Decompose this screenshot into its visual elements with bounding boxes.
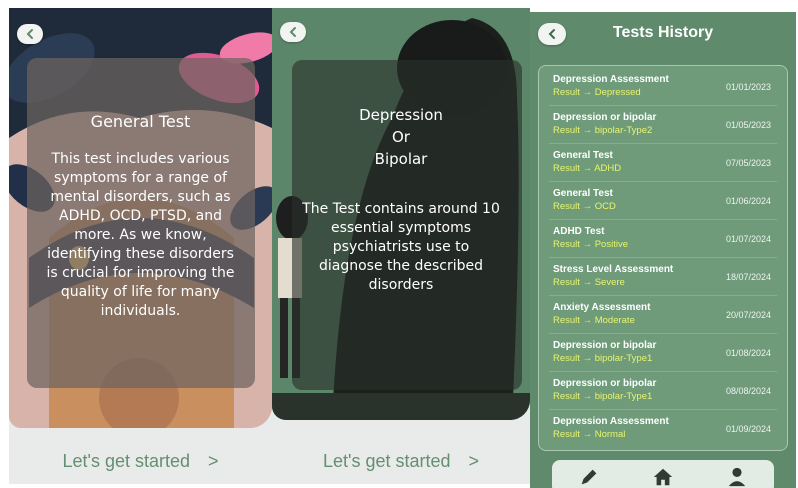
history-list: Depression Assessment Result → Depressed…: [538, 65, 788, 451]
test-name: Anxiety Assessment: [553, 302, 651, 313]
pencil-icon[interactable]: [578, 466, 600, 488]
title-line-3: Bipolar: [374, 150, 428, 168]
test-name: General Test: [553, 188, 613, 199]
history-item[interactable]: Depression or bipolar Result → bipolar-T…: [549, 106, 777, 144]
page-title: Tests History: [612, 24, 714, 41]
chevron-left-icon: [289, 27, 296, 37]
test-result: Result → bipolar-Type2: [553, 125, 653, 136]
test-result: Result → bipolar-Type1: [553, 391, 653, 402]
test-date: 01/09/2024: [725, 424, 771, 434]
test-date: 01/07/2024: [725, 234, 771, 244]
history-item[interactable]: Depression Assessment Result → Normal 01…: [549, 410, 777, 448]
start-test-label: Let's get started: [322, 451, 451, 471]
user-icon[interactable]: [726, 466, 748, 488]
test-result: Result → Positive: [553, 239, 628, 250]
home-icon[interactable]: [652, 466, 674, 488]
depression-bipolar-screen: Depression Or Bipolar The Test contains …: [272, 8, 530, 484]
test-result: Result → Severe: [553, 277, 625, 288]
history-item[interactable]: General Test Result → ADHD 07/05/2023: [549, 144, 777, 182]
test-description: This test includes various symptoms for …: [46, 151, 235, 319]
history-item[interactable]: Anxiety Assessment Result → Moderate 20/…: [549, 296, 777, 334]
history-item[interactable]: General Test Result → OCD 01/06/2024: [549, 182, 777, 220]
test-name: ADHD Test: [553, 226, 605, 237]
test-title: General Test: [90, 112, 191, 131]
test-result: Result → bipolar-Type1: [553, 353, 653, 364]
test-date: 18/07/2024: [725, 272, 771, 282]
test-date: 08/08/2024: [725, 386, 771, 396]
test-date: 01/01/2023: [725, 82, 771, 92]
history-item[interactable]: ADHD Test Result → Positive 01/07/2024: [549, 220, 777, 258]
chevron-right-icon: >: [208, 451, 219, 471]
depression-bipolar-card: Depression Or Bipolar The Test contains …: [272, 8, 530, 420]
test-result: Result → OCD: [553, 201, 616, 212]
test-name: Depression Assessment: [553, 74, 669, 85]
general-test-screen: General Test This test includes various …: [9, 8, 272, 484]
test-result: Result → Normal: [553, 429, 626, 440]
chevron-right-icon: >: [468, 451, 480, 471]
test-result: Result → Depressed: [553, 87, 641, 98]
test-description: The Test contains around 10 essential sy…: [302, 201, 500, 293]
test-name: Stress Level Assessment: [553, 264, 674, 275]
test-name: Depression Assessment: [553, 416, 669, 427]
bottom-navigation: [552, 460, 774, 488]
back-button[interactable]: [17, 24, 43, 44]
title-line-2: Or: [392, 128, 410, 146]
start-test-button[interactable]: Let's get started >: [272, 451, 530, 472]
chevron-left-icon: [26, 29, 33, 39]
test-name: Depression or bipolar: [553, 378, 657, 389]
test-date: 01/08/2024: [725, 348, 771, 358]
test-name: Depression or bipolar: [553, 112, 657, 123]
history-item[interactable]: Stress Level Assessment Result → Severe …: [549, 258, 777, 296]
back-button[interactable]: [280, 22, 306, 42]
test-title: Depression Or Bipolar: [272, 104, 530, 170]
test-name: Depression or bipolar: [553, 340, 657, 351]
tests-history-screen: Tests History Depression Assessment Resu…: [530, 12, 796, 488]
start-test-button[interactable]: Let's get started >: [9, 451, 272, 472]
history-item[interactable]: Depression or bipolar Result → bipolar-T…: [549, 334, 777, 372]
title-line-1: Depression: [359, 106, 443, 124]
history-item[interactable]: Depression or bipolar Result → bipolar-T…: [549, 372, 777, 410]
test-date: 01/05/2023: [725, 120, 771, 130]
history-item[interactable]: Depression Assessment Result → Depressed…: [549, 68, 777, 106]
test-date: 07/05/2023: [725, 158, 771, 168]
general-test-card: General Test This test includes various …: [9, 8, 272, 428]
test-result: Result → ADHD: [553, 163, 622, 174]
test-date: 01/06/2024: [725, 196, 771, 206]
test-result: Result → Moderate: [553, 315, 635, 326]
test-name: General Test: [553, 150, 613, 161]
test-date: 20/07/2024: [725, 310, 771, 320]
start-test-label: Let's get started: [62, 451, 190, 471]
